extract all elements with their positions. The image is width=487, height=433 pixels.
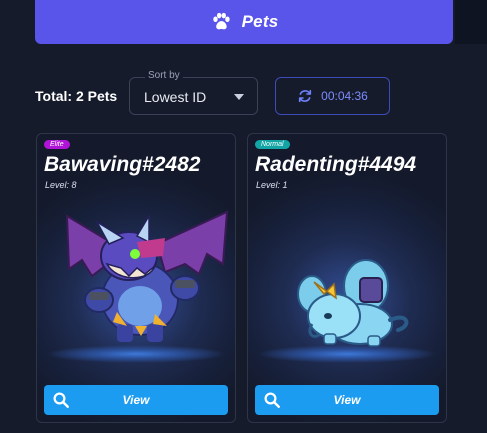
bat-dragon-pet-image <box>65 210 229 342</box>
elephant-pet-image <box>297 259 409 347</box>
view-button[interactable]: View <box>44 385 228 415</box>
refresh-icon <box>299 89 312 103</box>
pet-name: Radenting#4494 <box>255 153 417 176</box>
refresh-timer-button[interactable]: 00:04:36 <box>275 77 390 115</box>
pet-level: Level: 8 <box>45 180 77 190</box>
sort-label: Sort by <box>145 70 183 81</box>
view-button[interactable]: View <box>255 385 439 415</box>
total-pets-label: Total: 2 Pets <box>35 88 118 104</box>
pet-name: Bawaving#2482 <box>44 153 201 176</box>
sort-select[interactable]: Sort by Lowest ID <box>129 70 258 115</box>
caret-down-icon <box>234 94 244 100</box>
paw-icon <box>212 12 230 30</box>
pet-card: Normal Radenting#4494 Level: 1 View <box>247 133 447 423</box>
search-icon <box>264 392 280 408</box>
rarity-badge: Elite <box>44 140 70 149</box>
view-button-label: View <box>333 393 361 407</box>
search-icon <box>53 392 69 408</box>
pet-card: Elite Bawaving#2482 Level: 8 View <box>36 133 236 423</box>
header-right-panel <box>455 0 487 44</box>
timer-value: 00:04:36 <box>321 89 368 103</box>
rarity-badge: Normal <box>255 140 290 149</box>
pets-tab[interactable]: Pets <box>35 0 453 44</box>
pet-level: Level: 1 <box>256 180 288 190</box>
view-button-label: View <box>122 393 150 407</box>
sort-value: Lowest ID <box>144 89 207 105</box>
page-title: Pets <box>241 12 279 31</box>
